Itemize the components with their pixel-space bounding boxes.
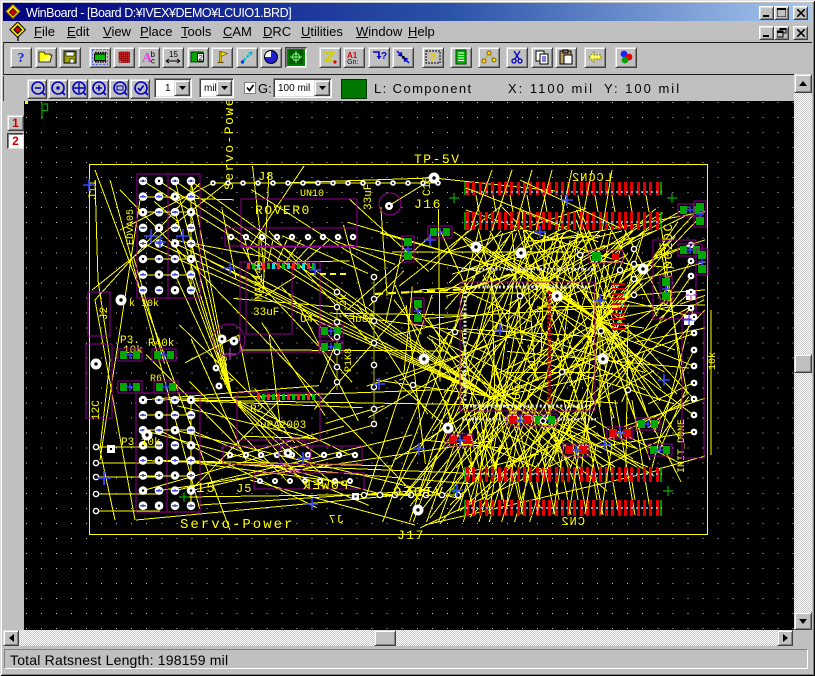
svg-text:MAX149: MAX149 — [254, 260, 266, 300]
svg-text:VIDEO: VIDEO — [391, 485, 443, 501]
svg-text:R40k: R40k — [148, 338, 175, 350]
svg-text:10k: 10k — [707, 352, 719, 370]
svg-text:P3.: P3. — [120, 335, 140, 347]
svg-text:Gn:: Gn: — [347, 59, 358, 65]
svg-text:UN10: UN10 — [300, 189, 324, 200]
svg-text:uPA2003: uPA2003 — [260, 420, 306, 432]
svg-text:J16: J16 — [414, 197, 442, 212]
svg-text:J2: J2 — [99, 307, 111, 320]
svg-text:33uF: 33uF — [253, 307, 279, 319]
svg-text:?: ? — [381, 51, 387, 62]
svg-text:R2: R2 — [250, 404, 263, 416]
svg-text:U4: U4 — [300, 314, 314, 326]
svg-text:k 10k: k 10k — [129, 298, 159, 310]
svg-text:Servo-Power: Servo-Power — [222, 101, 237, 190]
svg-text:ROVER0: ROVER0 — [255, 203, 311, 218]
svg-text:?: ? — [429, 51, 436, 65]
svg-text:J5: J5 — [236, 482, 252, 496]
svg-text:ALT6: ALT6 — [527, 344, 539, 370]
svg-text:?: ? — [18, 51, 25, 65]
svg-text:15: 15 — [169, 50, 178, 59]
svg-text:J7: J7 — [328, 513, 344, 527]
svg-text:TP-5V: TP-5V — [414, 152, 461, 167]
svg-text:12C: 12C — [91, 400, 103, 420]
svg-text:U5: U5 — [510, 384, 524, 400]
svg-text:J17: J17 — [397, 528, 425, 543]
svg-text:33uF: 33uF — [363, 184, 375, 210]
svg-text:15: 15 — [196, 481, 217, 497]
svg-text:Servo-Power: Servo-Power — [180, 517, 294, 533]
svg-text:POWER: POWER — [301, 478, 348, 493]
svg-text:2: 2 — [198, 53, 202, 62]
svg-text:c: c — [151, 57, 155, 66]
svg-text:CN2: CN2 — [560, 515, 585, 529]
svg-text:P3 10k: P3 10k — [121, 437, 161, 449]
svg-text:EDVA05: EDVA05 — [126, 209, 137, 245]
svg-text:P1K8: P1K8 — [344, 348, 355, 372]
